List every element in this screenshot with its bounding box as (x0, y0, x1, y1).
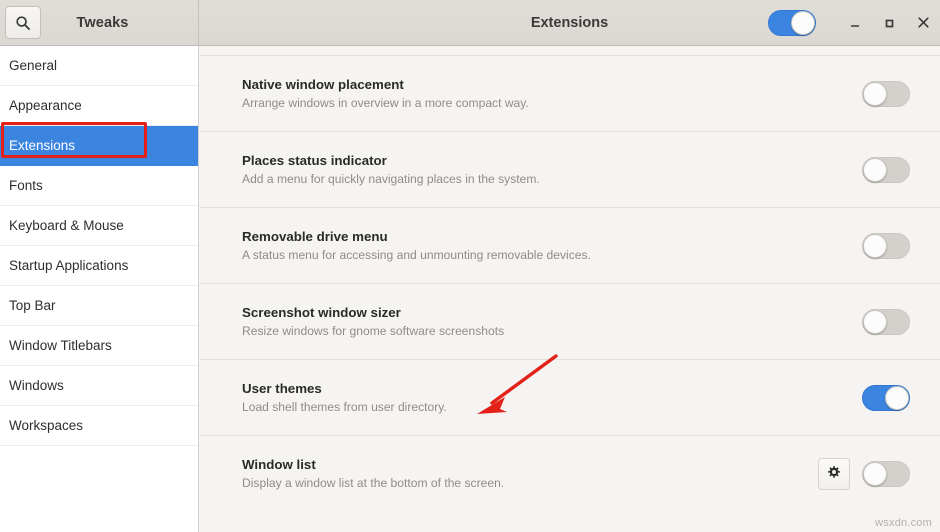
search-icon (15, 15, 31, 31)
extension-settings-button[interactable] (818, 458, 850, 490)
gear-icon (826, 464, 842, 485)
toggle-knob (885, 385, 909, 410)
extension-controls (862, 384, 918, 411)
extension-toggle[interactable] (862, 384, 910, 411)
sidebar-item-windows[interactable]: Windows (0, 366, 198, 406)
extension-title: Places status indicator (242, 152, 387, 168)
minimize-button[interactable] (838, 0, 872, 46)
sidebar-item-general[interactable]: General (0, 46, 198, 86)
extension-row-removable-drive-menu[interactable]: Removable drive menu A status menu for a… (200, 208, 940, 284)
extension-title: Window list (242, 457, 316, 472)
extension-subtitle: Add a menu for quickly navigating places… (242, 171, 540, 186)
toggle-knob (863, 81, 887, 106)
extension-text: Screenshot window sizer Resize windows f… (222, 304, 862, 340)
app-title: Tweaks (76, 14, 129, 31)
sidebar-item-label: Appearance (9, 98, 82, 113)
sidebar-item-workspaces[interactable]: Workspaces (0, 406, 198, 446)
extension-subtitle: A status menu for accessing and unmounti… (242, 247, 591, 262)
sidebar-item-top-bar[interactable]: Top Bar (0, 286, 198, 326)
extension-text: Places status indicator Add a menu for q… (222, 152, 862, 188)
sidebar-item-label: General (9, 58, 58, 73)
sidebar-item-label: Keyboard & Mouse (9, 218, 124, 233)
sidebar-item-window-titlebars[interactable]: Window Titlebars (0, 326, 198, 366)
toggle-knob (863, 309, 887, 334)
extension-subtitle: Load shell themes from user directory. (242, 399, 447, 414)
sidebar-item-label: Startup Applications (9, 258, 129, 273)
extension-text: User themes Load shell themes from user … (222, 380, 862, 416)
list-item-partial (200, 46, 940, 56)
sidebar-item-extensions[interactable]: Extensions (0, 126, 198, 166)
toggle-knob (863, 157, 887, 182)
search-button[interactable] (5, 6, 41, 39)
extension-text: Native window placement Arrange windows … (222, 76, 862, 112)
extension-row-window-list[interactable]: Window list Display a window list at the… (200, 436, 940, 512)
extension-title: Native window placement (242, 76, 404, 92)
extensions-list: Native window placement Arrange windows … (200, 46, 940, 532)
sidebar-item-label: Fonts (9, 178, 43, 193)
extension-controls (862, 156, 918, 183)
extension-title: Screenshot window sizer (242, 304, 401, 320)
extensions-master-toggle[interactable] (768, 9, 816, 36)
toggle-knob (863, 462, 887, 486)
extension-row-native-window-placement[interactable]: Native window placement Arrange windows … (200, 56, 940, 132)
watermark: wsxdn.com (875, 517, 932, 529)
sidebar-header: Tweaks (0, 0, 199, 45)
sidebar-item-label: Extensions (9, 138, 76, 153)
extension-toggle[interactable] (862, 461, 910, 487)
maximize-icon (882, 16, 896, 30)
toggle-knob (791, 10, 815, 35)
toggle-knob (863, 233, 887, 258)
extension-controls (818, 458, 918, 490)
extension-controls (862, 80, 918, 107)
sidebar-item-fonts[interactable]: Fonts (0, 166, 198, 206)
sidebar-item-appearance[interactable]: Appearance (0, 86, 198, 126)
sidebar-item-keyboard-and-mouse[interactable]: Keyboard & Mouse (0, 206, 198, 246)
extension-title: User themes (242, 380, 322, 396)
sidebar-item-label: Top Bar (9, 298, 56, 313)
extension-toggle[interactable] (862, 80, 910, 107)
extension-toggle[interactable] (862, 308, 910, 335)
extension-toggle[interactable] (862, 156, 910, 183)
sidebar-item-label: Workspaces (9, 418, 84, 433)
extension-row-places-status-indicator[interactable]: Places status indicator Add a menu for q… (200, 132, 940, 208)
extension-subtitle: Display a window list at the bottom of t… (242, 476, 505, 490)
extension-row-user-themes[interactable]: User themes Load shell themes from user … (200, 360, 940, 436)
extension-row-screenshot-window-sizer[interactable]: Screenshot window sizer Resize windows f… (200, 284, 940, 360)
maximize-button[interactable] (872, 0, 906, 46)
extension-controls (862, 308, 918, 335)
sidebar-item-label: Windows (9, 378, 64, 393)
close-icon (916, 15, 931, 30)
close-button[interactable] (906, 0, 940, 46)
content-header: Extensions (199, 0, 940, 45)
extension-title: Removable drive menu (242, 228, 388, 244)
window-controls (768, 0, 940, 46)
extension-text: Removable drive menu A status menu for a… (222, 228, 862, 264)
extension-subtitle: Resize windows for gnome software screen… (242, 323, 505, 338)
extension-controls (862, 232, 918, 259)
title-bar: Tweaks Extensions (0, 0, 940, 46)
minimize-icon (848, 16, 862, 30)
sidebar-item-startup-applications[interactable]: Startup Applications (0, 246, 198, 286)
extension-text: Window list Display a window list at the… (222, 456, 818, 492)
sidebar-item-label: Window Titlebars (9, 338, 112, 353)
extension-subtitle: Arrange windows in overview in a more co… (242, 95, 529, 110)
sidebar: General Appearance Extensions Fonts Keyb… (0, 46, 199, 532)
tweaks-window: Tweaks Extensions General Appearance Ext… (0, 0, 940, 532)
extension-toggle[interactable] (862, 232, 910, 259)
